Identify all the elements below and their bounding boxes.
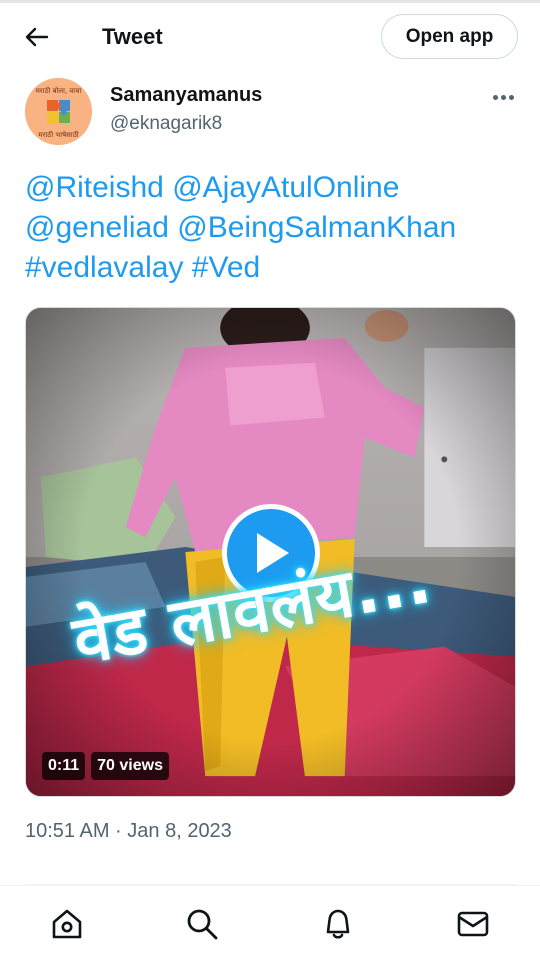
nav-home[interactable] [49,906,85,942]
page-title: Tweet [102,24,163,49]
tweet-text: @Riteishd @AjayAtulOnline @geneliad @Bei… [25,168,520,288]
nav-search[interactable] [184,906,220,942]
avatar-caption-bottom: मराठी भाषेसाठी [38,130,78,139]
more-options-button[interactable] [488,86,518,108]
duration-badge: 0:11 [42,752,86,780]
avatar[interactable]: मराठी बोला, वाचा मराठी भाषेसाठी [25,78,92,145]
views-badge: 70 views [91,752,169,780]
arrow-left-icon [25,27,49,47]
back-button[interactable] [20,22,54,52]
author-name[interactable]: Samanyamanus [110,84,262,107]
tweet-line: @geneliad @BeingSalmanKhan [25,208,520,248]
search-icon [187,909,218,940]
nav-notifications[interactable] [320,906,356,942]
nav-messages[interactable] [455,906,491,942]
more-icon [492,94,498,100]
mention-link[interactable]: @Riteishd [25,171,164,204]
mention-link[interactable]: @BeingSalmanKhan [177,211,456,244]
bottom-nav [0,885,540,960]
hashtag-link[interactable]: #vedlavalay [25,251,183,284]
avatar-caption-top: मराठी बोला, वाचा [36,86,82,95]
video-player[interactable]: वेड लावलंय... 0:11 70 views [25,307,516,797]
video-badges: 0:11 70 views [42,752,169,780]
home-icon [52,909,82,939]
mention-link[interactable]: @AjayAtulOnline [172,171,399,204]
header: Tweet Open app [0,0,540,74]
hashtag-link[interactable]: #Ved [192,251,260,284]
tweet-line: @Riteishd @AjayAtulOnline [25,168,520,208]
open-app-button[interactable]: Open app [381,14,518,59]
tweet-line: #vedlavalay #Ved [25,248,520,288]
bell-icon [326,909,350,939]
envelope-icon [457,911,489,937]
mention-link[interactable]: @geneliad [25,211,169,244]
tweet-timestamp[interactable]: 10:51 AM · Jan 8, 2023 [25,820,232,843]
author-handle[interactable]: @eknagarik8 [110,113,222,135]
